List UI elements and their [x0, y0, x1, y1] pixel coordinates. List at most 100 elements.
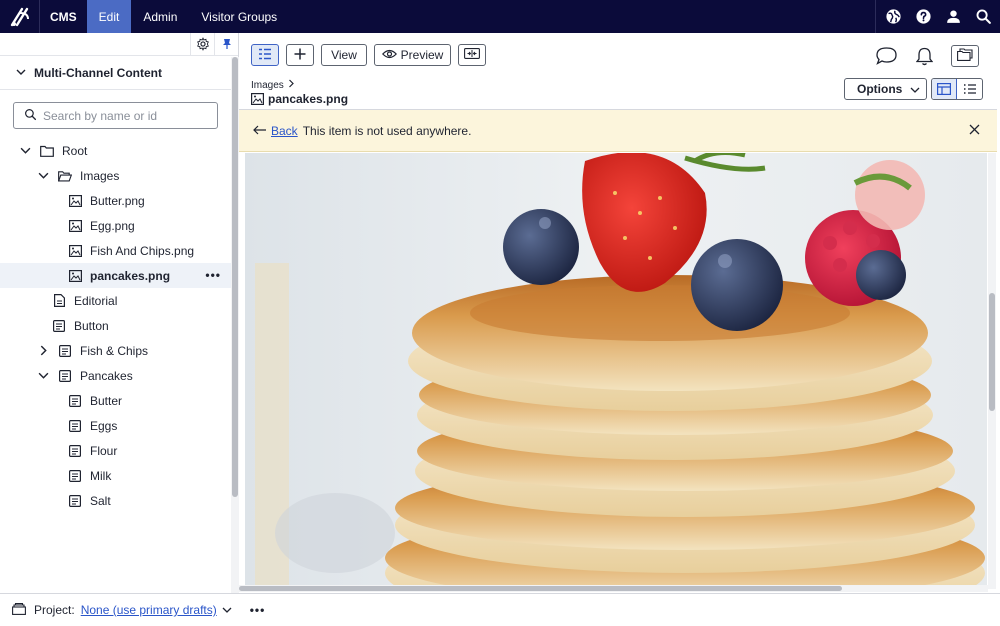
comments-icon[interactable]: [875, 45, 897, 67]
image-preview: [245, 153, 987, 585]
tree-item-label: Root: [62, 143, 88, 158]
tree-view-icon: [258, 48, 272, 63]
notifications-bell-icon[interactable]: [913, 45, 935, 67]
tree-item-label: Fish & Chips: [80, 343, 149, 358]
user-icon[interactable]: [944, 8, 962, 26]
preview-horizontal-scrollbar[interactable]: [239, 585, 988, 592]
tree-item-label: Milk: [90, 468, 112, 483]
image-icon: [68, 219, 82, 233]
on-page-edit-view-button[interactable]: [932, 79, 958, 99]
nav-visitor-groups[interactable]: Visitor Groups: [189, 0, 289, 33]
sidebar-tools: [0, 32, 238, 56]
image-icon: [68, 269, 82, 283]
nav-admin[interactable]: Admin: [131, 0, 189, 33]
tree-item-label: Butter: [90, 393, 123, 408]
tree-item-fish-and-chips-png[interactable]: Fish And Chips.png: [0, 238, 231, 263]
add-button[interactable]: [286, 44, 314, 66]
preview-label: Preview: [400, 48, 444, 62]
assets-panel-button[interactable]: [951, 45, 979, 67]
tree-item-label: Editorial: [74, 293, 118, 308]
chevron-right-icon[interactable]: [36, 344, 50, 358]
tree-item-pancakes[interactable]: Pancakes: [0, 363, 231, 388]
tree-item-pancakes-png[interactable]: pancakes.png •••: [0, 263, 231, 288]
breadcrumb-item[interactable]: Images: [251, 80, 284, 91]
tree-item-label: Fish And Chips.png: [90, 243, 195, 258]
chevron-down-icon[interactable]: [222, 605, 232, 615]
tree-search: [0, 90, 238, 141]
block-icon: [68, 419, 82, 433]
tree-item-milk[interactable]: Milk: [0, 463, 231, 488]
tree-item-label: pancakes.png: [90, 268, 171, 283]
pin-icon[interactable]: [214, 32, 238, 56]
globe-icon[interactable]: [884, 8, 902, 26]
page-icon: [52, 294, 66, 308]
arrow-left-icon[interactable]: [253, 124, 267, 138]
scrollbar-thumb[interactable]: [232, 57, 238, 497]
top-navigation-bar: CMS Edit Admin Visitor Groups: [0, 0, 1000, 33]
toolbar-right-actions: [875, 45, 979, 67]
search-icon[interactable]: [974, 8, 992, 26]
compare-button[interactable]: [458, 44, 486, 66]
help-icon[interactable]: [914, 8, 932, 26]
search-input[interactable]: [43, 108, 203, 123]
tree-item-fish-chips[interactable]: Fish & Chips: [0, 338, 231, 363]
back-link[interactable]: Back: [271, 124, 298, 138]
tree-item-editorial[interactable]: Editorial: [0, 288, 231, 313]
tree-item-label: Egg.png: [90, 218, 135, 233]
nav-cms[interactable]: CMS: [40, 0, 87, 33]
tree-item-images[interactable]: Images: [0, 163, 231, 188]
tree-item-label: Images: [80, 168, 120, 183]
breadcrumb: Images: [251, 79, 295, 91]
main-editing-area: View Preview Images pancakes.png Options…: [239, 33, 997, 593]
chevron-right-icon: [288, 79, 295, 91]
block-icon: [58, 369, 72, 383]
all-properties-view-button[interactable]: [957, 79, 982, 99]
project-label: Project:: [34, 603, 75, 617]
block-icon: [68, 494, 82, 508]
scrollbar-thumb[interactable]: [239, 586, 842, 591]
tree-item-root[interactable]: Root: [0, 138, 231, 163]
optimizely-logo-icon[interactable]: [0, 0, 40, 33]
tree-item-egg-png[interactable]: Egg.png: [0, 213, 231, 238]
more-options-icon[interactable]: •••: [250, 603, 266, 617]
tree-item-butter[interactable]: Butter: [0, 388, 231, 413]
content-title-bar: Images pancakes.png Options: [239, 77, 997, 110]
options-dropdown[interactable]: Options: [844, 78, 927, 100]
tree-item-eggs[interactable]: Eggs: [0, 413, 231, 438]
usage-notice-bar: Back This item is not used anywhere.: [239, 110, 997, 152]
image-icon: [251, 93, 264, 105]
tree-item-label: Eggs: [90, 418, 118, 433]
tree-item-label: Button: [74, 318, 109, 333]
content-tree-header[interactable]: Multi-Channel Content: [0, 56, 238, 90]
image-icon: [68, 244, 82, 258]
scrollbar-thumb[interactable]: [989, 293, 995, 411]
chevron-down-icon[interactable]: [18, 144, 32, 158]
sidebar-scrollbar[interactable]: [231, 57, 239, 593]
compare-icon: [464, 48, 480, 62]
view-button[interactable]: View: [321, 44, 367, 66]
notice-message: This item is not used anywhere.: [302, 123, 472, 138]
navigation-pane: Multi-Channel Content Root Images Butter…: [0, 32, 239, 593]
chevron-down-icon[interactable]: [16, 66, 26, 80]
chevron-down-icon: [910, 84, 920, 98]
search-icon: [24, 108, 37, 124]
block-icon: [68, 444, 82, 458]
chevron-down-icon[interactable]: [36, 169, 50, 183]
block-icon: [58, 344, 72, 358]
tree-item-button[interactable]: Button: [0, 313, 231, 338]
nav-edit[interactable]: Edit: [86, 0, 132, 33]
chevron-down-icon[interactable]: [36, 369, 50, 383]
project-selector[interactable]: None (use primary drafts): [81, 603, 217, 617]
image-icon: [68, 194, 82, 208]
tree-item-salt[interactable]: Salt: [0, 488, 231, 513]
more-options-icon[interactable]: •••: [205, 268, 221, 282]
close-icon[interactable]: [969, 124, 980, 138]
folders-icon: [957, 48, 973, 64]
preview-button[interactable]: Preview: [374, 44, 451, 66]
toggle-navigation-button[interactable]: [251, 44, 279, 66]
tree-item-butter-png[interactable]: Butter.png: [0, 188, 231, 213]
preview-vertical-scrollbar[interactable]: [988, 153, 996, 589]
settings-gear-icon[interactable]: [190, 32, 214, 56]
search-box[interactable]: [13, 102, 218, 129]
tree-item-flour[interactable]: Flour: [0, 438, 231, 463]
